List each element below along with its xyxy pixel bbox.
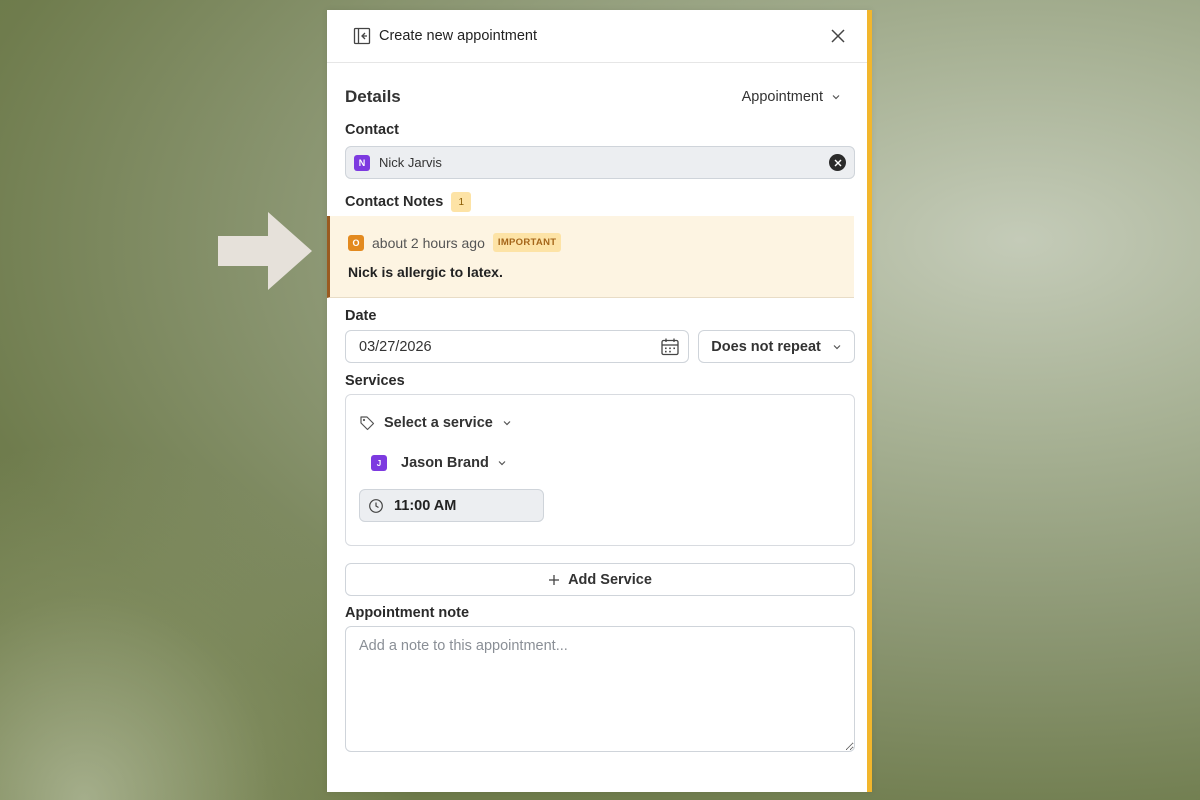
repeat-select[interactable]: Does not repeat [698, 330, 855, 363]
services-label: Services [345, 373, 405, 389]
add-service-button[interactable]: Add Service [345, 563, 855, 596]
appointment-type-label: Appointment [741, 89, 823, 105]
date-label: Date [345, 308, 377, 324]
time-select[interactable]: 11:00 AM [359, 489, 544, 522]
appointment-note-label: Appointment note [345, 605, 470, 621]
staff-name: Jason Brand [401, 455, 489, 471]
panel-title: Create new appointment [379, 28, 537, 44]
date-input[interactable]: 03/27/2026 [345, 330, 690, 363]
plus-icon [549, 574, 560, 585]
service-select-label: Select a service [384, 415, 493, 431]
contact-label: Contact [345, 122, 399, 138]
contact-avatar: N [354, 154, 370, 171]
repeat-value: Does not repeat [711, 338, 821, 355]
appointment-note-input[interactable] [345, 626, 855, 752]
close-icon [834, 159, 841, 166]
contact-name: Nick Jarvis [379, 155, 442, 170]
clock-icon [369, 498, 383, 513]
close-icon[interactable] [829, 27, 847, 45]
contact-field[interactable]: N Nick Jarvis [345, 146, 855, 179]
staff-avatar: J [371, 455, 387, 471]
clear-contact-button[interactable] [829, 154, 846, 171]
staff-select[interactable]: J Jason Brand [359, 455, 842, 471]
note-text: Nick is allergic to latex. [348, 264, 503, 280]
notes-count-badge: 1 [451, 192, 472, 212]
chevron-down-icon [503, 421, 511, 426]
services-box: Select a service J Jason Brand 11:00 AM [345, 394, 855, 546]
chevron-down-icon [832, 95, 840, 100]
add-service-label: Add Service [568, 571, 652, 588]
appointment-panel: Create new appointment Details Appointme… [327, 10, 872, 792]
chevron-down-icon [833, 344, 841, 349]
note-author-avatar: O [348, 234, 364, 251]
panel-header: Create new appointment [327, 10, 867, 63]
calendar-icon[interactable] [660, 337, 680, 357]
collapse-panel-icon[interactable] [353, 27, 371, 45]
date-value: 03/27/2026 [359, 338, 432, 355]
time-value: 11:00 AM [394, 497, 457, 514]
appointment-type-select[interactable]: Appointment [742, 89, 841, 105]
important-badge: IMPORTANT [492, 233, 562, 252]
service-select[interactable]: Select a service [359, 415, 842, 431]
contact-notes-label: Contact Notes [345, 194, 444, 210]
tag-icon [360, 416, 375, 431]
contact-note-card: O about 2 hours ago IMPORTANT Nick is al… [327, 216, 854, 298]
details-title: Details [345, 87, 401, 106]
chevron-down-icon [498, 461, 506, 466]
note-timestamp: about 2 hours ago [372, 234, 485, 251]
arrow-right-icon [218, 212, 312, 290]
